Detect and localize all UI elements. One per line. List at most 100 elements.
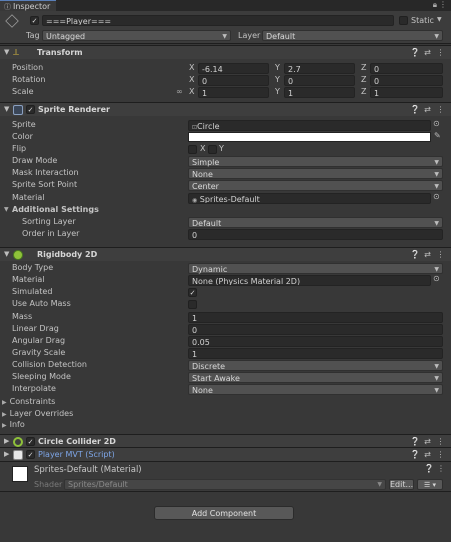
x-axis-label[interactable]: X [189,62,194,74]
scale-x-field[interactable]: 1 [198,87,269,98]
flip-y-checkbox[interactable] [208,145,217,154]
script-enabled-checkbox[interactable]: ✓ [26,450,35,459]
order-in-layer-field[interactable]: 0 [188,229,443,240]
object-picker-icon[interactable]: ⊙ [433,192,440,201]
layer-label: Layer [238,31,261,40]
rotation-y-field[interactable]: 0 [284,75,355,86]
add-component-button[interactable]: Add Component [154,506,294,520]
kebab-menu-icon[interactable]: ⋮ [436,104,445,116]
script-header[interactable]: ▶ ✓ Player MVT (Script) ❔ ⇄ ⋮ [0,447,451,461]
material-thumbnail[interactable] [12,466,28,482]
linear-drag-field[interactable]: 0 [188,324,443,335]
help-icon[interactable]: ❔ [424,464,434,473]
y-axis-label[interactable]: Y [275,62,280,74]
object-picker-icon[interactable]: ⊙ [433,274,440,283]
draw-mode-dropdown[interactable]: Simple ▼ [188,156,443,167]
shader-dropdown[interactable]: Sprites/Default ▼ [64,479,386,490]
info-foldout[interactable]: ▶ Info [2,419,25,431]
angular-drag-row: Angular Drag 0.05 [0,335,451,347]
position-x-field[interactable]: -6.14 [198,63,269,74]
kebab-menu-icon[interactable]: ⋮ [436,249,445,261]
circle-collider-header[interactable]: ▶ ✓ Circle Collider 2D ❔ ⇄ ⋮ [0,434,451,448]
layer-value: Default [266,32,296,41]
angular-drag-field[interactable]: 0.05 [188,336,443,347]
interpolate-dropdown[interactable]: None ▼ [188,384,443,395]
constraints-foldout[interactable]: ▶ Constraints [2,396,55,408]
fold-arrow-icon[interactable]: ▶ [4,450,9,458]
kebab-menu-icon[interactable]: ⋮ [439,0,447,9]
rigidbody-header[interactable]: ▼ Rigidbody 2D ❔ ⇄ ⋮ [0,247,451,261]
lock-icon[interactable]: 🔒︎ [433,0,437,10]
object-picker-icon[interactable]: ⊙ [433,119,440,128]
additional-settings-row[interactable]: ▼ Additional Settings [0,204,451,216]
fold-arrow-icon[interactable]: ▼ [4,48,9,56]
scale-z-field[interactable]: 1 [370,87,443,98]
gameobject-active-checkbox[interactable]: ✓ [30,16,39,25]
x-axis-label[interactable]: X [189,74,194,86]
shader-options-button[interactable]: ☰ ▾ [417,479,443,490]
body-type-dropdown[interactable]: Dynamic ▼ [188,263,443,274]
sprite-renderer-enabled-checkbox[interactable]: ✓ [26,105,35,114]
static-checkbox[interactable] [399,16,408,25]
sorting-layer-dropdown[interactable]: Default ▼ [188,217,443,228]
material-object-field[interactable]: ◉ Sprites-Default [188,193,431,204]
physics-material-field[interactable]: None (Physics Material 2D) [188,275,431,286]
y-axis-label[interactable]: Y [275,74,280,86]
mass-field[interactable]: 1 [188,312,443,323]
collision-detection-dropdown[interactable]: Discrete ▼ [188,360,443,371]
scale-y-field[interactable]: 1 [284,87,355,98]
kebab-menu-icon[interactable]: ⋮ [437,464,445,473]
help-icon[interactable]: ❔ [410,249,420,261]
sort-point-dropdown[interactable]: Center ▼ [188,180,443,191]
fold-arrow-icon[interactable]: ▶ [4,437,9,445]
z-axis-label[interactable]: Z [361,86,366,98]
circle-collider-enabled-checkbox[interactable]: ✓ [26,437,35,446]
layer-dropdown[interactable]: Default ▼ [262,30,443,41]
gravity-scale-field[interactable]: 1 [188,348,443,359]
gameobject-name-field[interactable]: ===Player=== [42,15,394,26]
tag-dropdown[interactable]: Untagged ▼ [42,30,231,41]
z-axis-label[interactable]: Z [361,62,366,74]
y-axis-label[interactable]: Y [275,86,280,98]
kebab-menu-icon[interactable]: ⋮ [436,47,445,59]
static-dropdown-icon[interactable]: ▼ [437,16,442,23]
tab-inspector[interactable]: ⓘ Inspector [0,0,56,11]
help-icon[interactable]: ❔ [410,104,420,116]
flip-x-checkbox[interactable] [188,145,197,154]
presets-icon[interactable]: ⇄ [423,249,432,261]
chevron-down-icon: ▼ [434,33,439,40]
fold-arrow-icon[interactable]: ▼ [4,105,9,113]
color-swatch[interactable] [188,132,431,142]
rotation-x-field[interactable]: 0 [198,75,269,86]
z-axis-label[interactable]: Z [361,74,366,86]
link-icon[interactable]: ∞ [176,87,183,96]
order-in-layer-label: Order in Layer [22,229,80,238]
fold-arrow-icon[interactable]: ▼ [4,206,9,213]
position-z-field[interactable]: 0 [370,63,443,74]
collision-detection-label: Collision Detection [12,360,87,369]
transform-header[interactable]: ▼ ⟂ Transform ❔ ⇄ ⋮ [0,45,451,59]
sprite-object-field[interactable]: ⊡Circle [188,120,431,131]
material-value: Sprites-Default [199,195,260,204]
shader-label: Shader [34,480,63,489]
presets-icon[interactable]: ⇄ [423,449,432,461]
position-y-field[interactable]: 2.7 [284,63,355,74]
auto-mass-checkbox[interactable] [188,300,197,309]
presets-icon[interactable]: ⇄ [423,104,432,116]
eyedropper-icon[interactable]: ✎ [434,131,441,140]
help-icon[interactable]: ❔ [410,449,420,461]
kebab-menu-icon[interactable]: ⋮ [436,449,445,461]
presets-icon[interactable]: ⇄ [423,47,432,59]
sleeping-mode-dropdown[interactable]: Start Awake ▼ [188,372,443,383]
fold-arrow-icon[interactable]: ▼ [4,250,9,258]
mask-interaction-dropdown[interactable]: None ▼ [188,168,443,179]
help-icon[interactable]: ❔ [410,47,420,59]
edit-shader-button[interactable]: Edit... [389,479,414,490]
chevron-down-icon: ▼ [434,387,439,394]
simulated-checkbox[interactable]: ✓ [188,288,197,297]
x-axis-label[interactable]: X [189,86,194,98]
material-asset-icon: ◉ [192,197,198,204]
flip-label: Flip [12,144,27,153]
sprite-renderer-header[interactable]: ▼ ✓ Sprite Renderer ❔ ⇄ ⋮ [0,102,451,116]
rotation-z-field[interactable]: 0 [370,75,443,86]
